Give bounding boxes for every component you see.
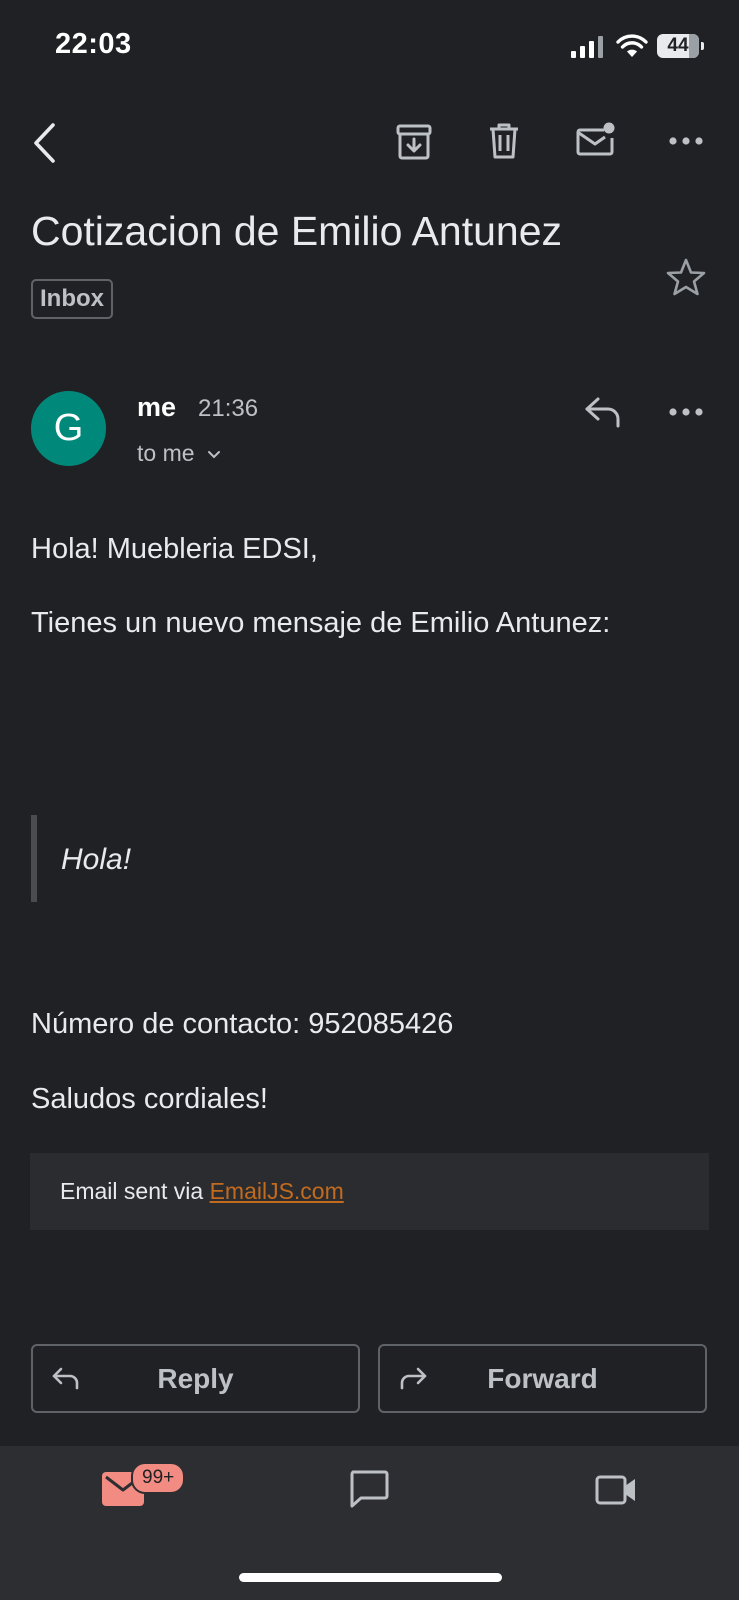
- recipient-details[interactable]: to me: [137, 440, 221, 467]
- trash-icon[interactable]: [488, 122, 520, 160]
- reply-button[interactable]: Reply: [31, 1344, 360, 1413]
- body-closing: Saludos cordiales!: [31, 1083, 268, 1115]
- body-greeting: Hola! Muebleria EDSI,: [31, 533, 318, 565]
- quoted-message: Hola!: [61, 843, 132, 876]
- label-chip-inbox[interactable]: Inbox: [31, 279, 113, 319]
- mail-badge: 99+: [131, 1462, 186, 1494]
- forward-button[interactable]: Forward: [378, 1344, 707, 1413]
- sender-avatar[interactable]: G: [31, 391, 106, 466]
- sent-time: 21:36: [198, 395, 259, 422]
- message-more-icon[interactable]: [669, 407, 703, 417]
- star-outline-icon[interactable]: [666, 258, 706, 296]
- forward-label: Forward: [487, 1363, 598, 1394]
- reply-icon[interactable]: [584, 396, 622, 428]
- email-subject: Cotizacion de Emilio Antunez: [31, 208, 563, 254]
- archive-icon[interactable]: [396, 124, 432, 160]
- more-horizontal-icon[interactable]: [669, 136, 703, 146]
- footer-prefix: Email sent via: [60, 1178, 210, 1204]
- home-indicator[interactable]: [239, 1573, 502, 1582]
- body-contact: Número de contacto: 952085426: [31, 1008, 454, 1040]
- reply-label: Reply: [157, 1363, 234, 1394]
- battery-cap: [701, 42, 704, 50]
- quote-bar: [31, 815, 37, 902]
- wifi-icon: [616, 34, 648, 57]
- battery-indicator: 44: [657, 34, 699, 58]
- emailjs-link[interactable]: EmailJS.com: [210, 1178, 344, 1204]
- recipient-text: to me: [137, 440, 195, 466]
- back-icon[interactable]: [31, 122, 57, 164]
- chat-icon[interactable]: [349, 1470, 389, 1508]
- body-intro: Tienes un nuevo mensaje de Emilio Antune…: [31, 607, 611, 639]
- status-time: 22:03: [55, 28, 132, 60]
- battery-level: 44: [667, 35, 689, 56]
- cellular-signal-icon: [571, 36, 603, 58]
- footer-text: Email sent via EmailJS.com: [60, 1178, 344, 1205]
- sender-name: me: [137, 392, 177, 422]
- mark-unread-icon[interactable]: [576, 120, 616, 158]
- meet-video-icon[interactable]: [595, 1475, 637, 1505]
- chevron-down-icon: [207, 451, 220, 459]
